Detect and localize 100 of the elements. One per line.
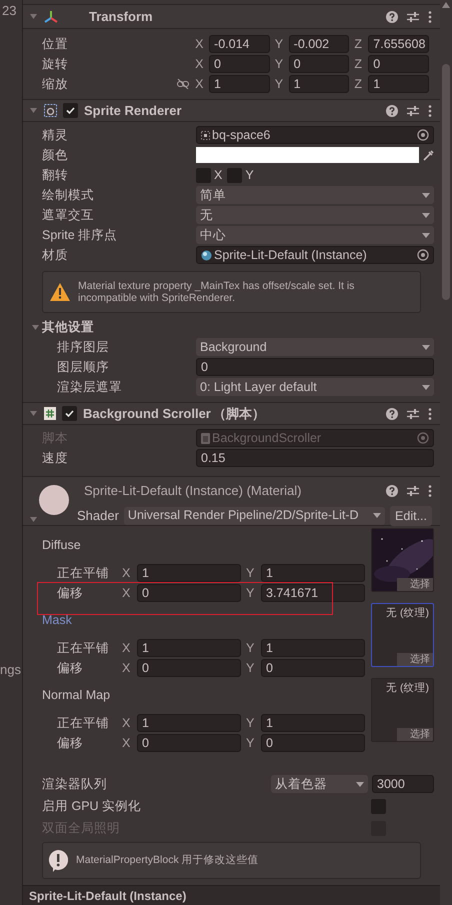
select-button[interactable]: 选择 bbox=[397, 578, 433, 591]
input-field[interactable]: 0 bbox=[261, 734, 365, 752]
texture-slot[interactable]: 无 (纹理) 选择 bbox=[371, 603, 434, 667]
field-label: 材质 bbox=[42, 246, 69, 264]
dropdown[interactable]: 无 bbox=[196, 206, 434, 224]
input-field[interactable]: 0 bbox=[137, 584, 241, 602]
axis-label: Y bbox=[246, 584, 256, 602]
field-label: Sprite 排序点 bbox=[42, 226, 118, 244]
field-label: 遮罩交互 bbox=[42, 206, 95, 224]
input-field[interactable]: 1 bbox=[137, 639, 241, 657]
axis-label: Z bbox=[354, 76, 364, 93]
empty-texture-label: 无 (纹理) bbox=[386, 681, 429, 696]
field-label: Shader bbox=[77, 506, 119, 525]
field-label: 图层顺序 bbox=[57, 358, 110, 376]
field-label: 排序图层 bbox=[57, 338, 110, 356]
texture-slot[interactable]: 选择 bbox=[371, 528, 434, 592]
field-label: 启用 GPU 实例化 bbox=[42, 798, 142, 815]
axis-label: Y bbox=[274, 76, 284, 93]
axis-label: Y bbox=[246, 640, 256, 657]
dropdown[interactable]: 0: Light Layer default bbox=[196, 378, 434, 396]
input-field[interactable]: -0.014 bbox=[209, 35, 270, 53]
empty-texture-label: 无 (纹理) bbox=[386, 606, 429, 621]
input-field[interactable]: 1 bbox=[368, 75, 429, 93]
field-label: 偏移 bbox=[57, 584, 84, 602]
dropdown[interactable]: 简单 bbox=[196, 186, 434, 204]
section-title: 其他设置 bbox=[42, 318, 94, 336]
axis-label: X bbox=[195, 76, 204, 93]
field-label: 速度 bbox=[42, 450, 69, 467]
texture-slot[interactable]: 无 (纹理) 选择 bbox=[371, 678, 434, 742]
truncated-label: ngs bbox=[0, 660, 22, 679]
axis-label: X bbox=[122, 564, 132, 582]
field-label: Y bbox=[245, 166, 254, 184]
field-label: X bbox=[214, 166, 222, 184]
texture-property-label[interactable]: Mask bbox=[42, 611, 371, 631]
field-label: 缩放 bbox=[42, 76, 69, 93]
axis-label: X bbox=[195, 56, 204, 73]
axis-label: Y bbox=[246, 564, 256, 582]
input-field[interactable]: 0 bbox=[368, 55, 429, 73]
field-label: 偏移 bbox=[57, 734, 84, 752]
axis-label: X bbox=[122, 584, 132, 602]
row-number: 23 bbox=[1, 2, 18, 20]
input-field[interactable]: 3000 bbox=[372, 775, 434, 793]
field-label: 翻转 bbox=[42, 166, 69, 184]
field-label: 位置 bbox=[42, 36, 69, 53]
info-message: MaterialPropertyBlock 用于修改这些值 bbox=[76, 852, 259, 868]
field-label: 旋转 bbox=[42, 56, 69, 73]
field-label: 正在平铺 bbox=[57, 564, 110, 582]
input-field[interactable]: 1 bbox=[209, 75, 270, 93]
component-suffix: （脚本） bbox=[212, 404, 265, 423]
input-field[interactable]: 1 bbox=[261, 564, 365, 582]
input-field[interactable]: 7.655608 bbox=[368, 35, 429, 53]
axis-label: Y bbox=[246, 660, 256, 677]
dropdown[interactable]: Universal Render Pipeline/2D/Sprite-Lit-D bbox=[124, 506, 386, 524]
object-field[interactable]: Sprite-Lit-Default (Instance) bbox=[196, 246, 434, 264]
component-title: Background Scroller bbox=[83, 404, 211, 423]
axis-label: Y bbox=[246, 734, 256, 752]
input-field[interactable]: 0 bbox=[137, 659, 241, 677]
axis-label: X bbox=[195, 36, 204, 53]
axis-label: Y bbox=[274, 36, 284, 53]
field-label: 正在平铺 bbox=[57, 714, 110, 732]
field-label: 绘制模式 bbox=[42, 186, 95, 204]
field-label: 正在平铺 bbox=[57, 640, 110, 657]
texture-property-label[interactable]: Diffuse bbox=[42, 536, 371, 556]
input-field[interactable]: 1 bbox=[137, 564, 241, 582]
input-field[interactable]: 1 bbox=[261, 639, 365, 657]
axis-label: X bbox=[122, 734, 132, 752]
field-label: 渲染器队列 bbox=[42, 776, 108, 793]
axis-label: Z bbox=[354, 36, 364, 53]
dropdown[interactable]: 中心 bbox=[196, 226, 434, 244]
axis-label: Z bbox=[354, 56, 364, 73]
object-field[interactable]: bq-space6 bbox=[196, 126, 434, 144]
input-field[interactable]: 1 bbox=[137, 714, 241, 732]
axis-label: X bbox=[122, 714, 132, 732]
dropdown[interactable]: Background bbox=[196, 338, 434, 356]
component-title: Transform bbox=[89, 8, 153, 26]
dropdown[interactable]: 从着色器 bbox=[271, 775, 368, 793]
axis-label: X bbox=[122, 660, 132, 677]
input-field[interactable]: 0 bbox=[209, 55, 270, 73]
field-label: 渲染层遮罩 bbox=[57, 378, 123, 396]
axis-label: Y bbox=[274, 56, 284, 73]
input-field[interactable]: 0 bbox=[261, 659, 365, 677]
input-field[interactable]: 1 bbox=[288, 75, 350, 93]
axis-label: Y bbox=[246, 714, 256, 732]
texture-property-label[interactable]: Normal Map bbox=[42, 686, 371, 706]
input-field[interactable]: 1 bbox=[261, 714, 365, 732]
field-label: 偏移 bbox=[57, 660, 84, 677]
component-title: Sprite Renderer bbox=[84, 102, 182, 120]
preview-title: Sprite-Lit-Default (Instance) bbox=[29, 888, 186, 904]
input-field[interactable]: 0 bbox=[137, 734, 241, 752]
input-field[interactable]: 3.741671 bbox=[261, 584, 365, 602]
select-button[interactable]: 选择 bbox=[397, 653, 433, 666]
axis-label: X bbox=[122, 640, 132, 657]
input-field[interactable]: 0.15 bbox=[196, 449, 434, 467]
input-field[interactable]: 0 bbox=[196, 358, 434, 376]
edit-button[interactable]: Edit... bbox=[390, 506, 432, 526]
input-field[interactable]: 0 bbox=[288, 55, 350, 73]
select-button[interactable]: 选择 bbox=[397, 728, 433, 741]
input-field[interactable]: -0.002 bbox=[288, 35, 350, 53]
warning-message: Material texture property _MainTex has offset/scale set. It is incompatible with SpriteRenderer. bbox=[78, 280, 356, 304]
material-title: Sprite-Lit-Default (Instance) (Material) bbox=[84, 482, 302, 500]
